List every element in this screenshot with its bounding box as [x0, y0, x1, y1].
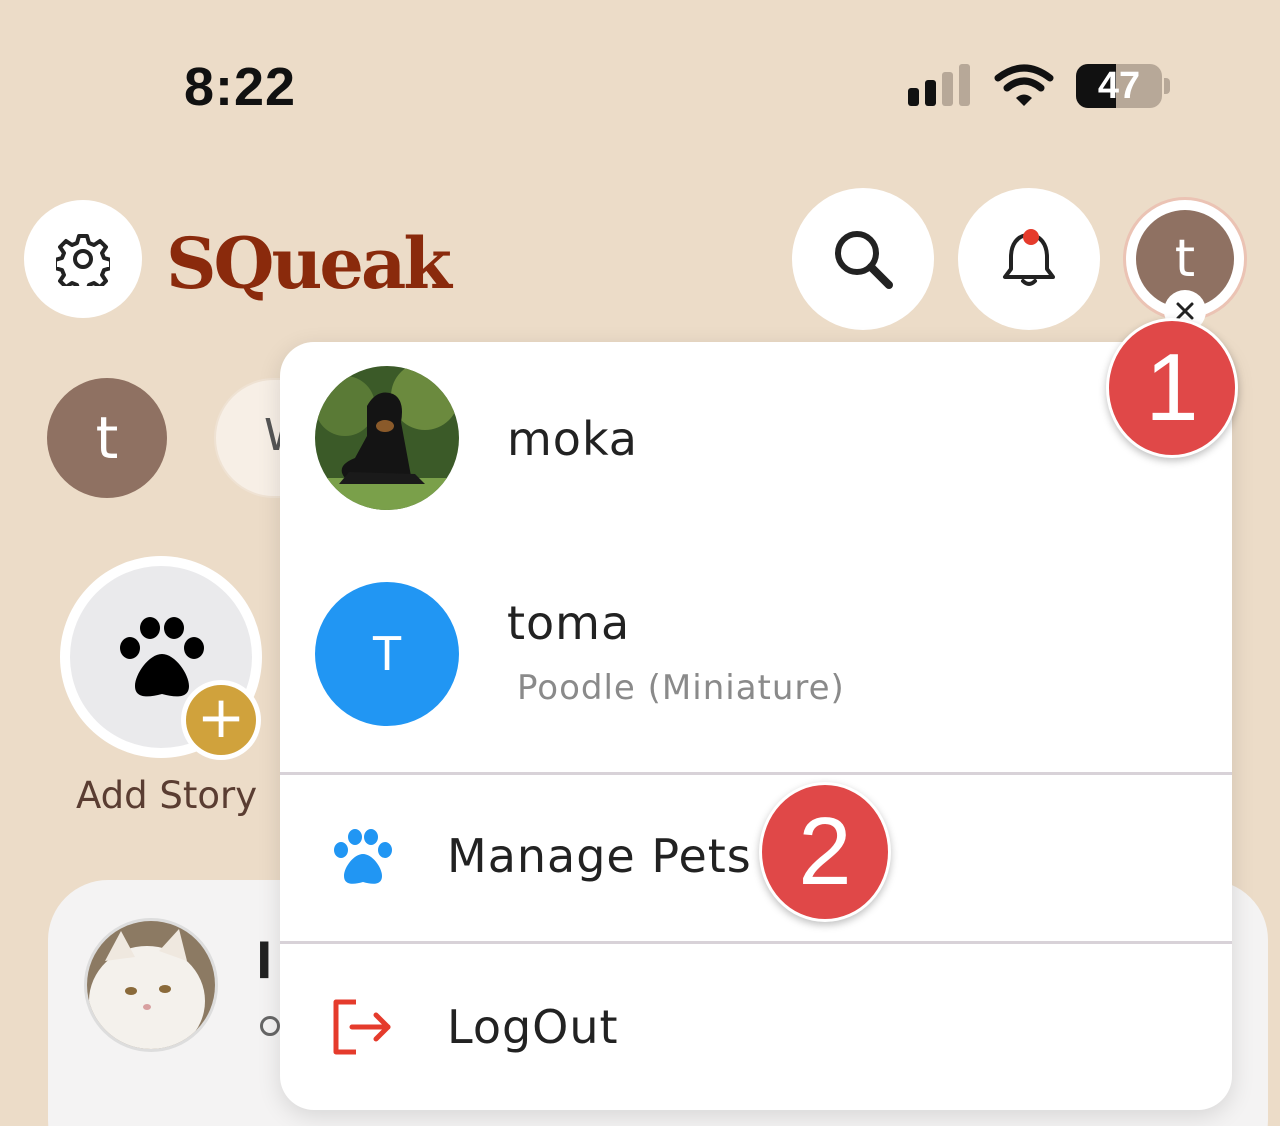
status-time: 8:22 [184, 57, 297, 117]
notifications-button[interactable] [958, 188, 1100, 330]
wifi-icon [994, 64, 1054, 106]
manage-pets-item[interactable]: Manage Pets [280, 775, 1232, 941]
pet-row-toma[interactable]: T toma Poodle (Miniature) [280, 532, 1232, 772]
status-dot [260, 1016, 280, 1036]
status-icons: 47 [904, 62, 1174, 112]
profile-dropdown-menu: moka T toma Poodle (Miniature) Manage Pe… [280, 342, 1232, 1110]
pet-avatar-moka [315, 366, 459, 510]
settings-button[interactable] [24, 200, 142, 318]
step-badge-2: 2 [759, 782, 891, 922]
logout-item[interactable]: LogOut [280, 944, 1232, 1110]
manage-pets-label: Manage Pets [447, 829, 752, 883]
profile-menu-trigger[interactable]: t [1126, 200, 1244, 332]
gear-icon [56, 234, 110, 286]
battery-icon: 47 [1076, 64, 1162, 108]
logout-label: LogOut [447, 1000, 619, 1054]
pet-name: moka [507, 412, 638, 466]
pet-name: toma [507, 596, 631, 650]
post-author-name: l [256, 934, 273, 990]
app-title: SQueak [166, 222, 452, 305]
step-badge-1: 1 [1106, 318, 1238, 458]
add-story-label: Add Story [76, 774, 258, 817]
pet-avatar-toma: T [315, 582, 459, 726]
search-icon [835, 231, 893, 289]
search-button[interactable] [792, 188, 934, 330]
profile-avatar[interactable]: t [47, 378, 167, 498]
bell-icon [1003, 229, 1055, 286]
post-author-avatar[interactable] [84, 918, 218, 1052]
logout-icon [333, 999, 391, 1055]
battery-level: 47 [1097, 65, 1141, 107]
pet-breed: Poodle (Miniature) [517, 668, 845, 708]
paw-icon [334, 829, 392, 884]
add-story-plus-icon[interactable]: + [181, 680, 261, 760]
pet-row-moka[interactable]: moka [280, 342, 1232, 532]
